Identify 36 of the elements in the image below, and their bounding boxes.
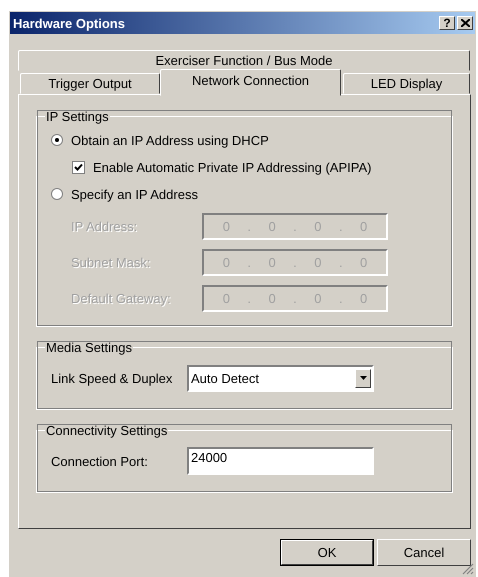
separator-dot: . [338,218,343,234]
tab[interactable]: LED Display [343,73,470,94]
group-title: IP Settings [45,109,110,124]
separator-dot: . [338,290,343,306]
separator-dot: . [247,290,252,306]
separator-dot: . [293,218,297,234]
tab[interactable]: Network Connection [160,69,341,96]
dropdown-value: Auto Detect [191,370,259,386]
group-title: Media Settings [45,340,133,355]
close-icon [460,19,470,27]
group-title: Connectivity Settings [45,423,168,438]
dialog-button[interactable]: OK [280,539,374,566]
field-label: Link Speed & Duplex [51,370,174,386]
window-title: Hardware Options [13,16,125,30]
radio-button[interactable] [51,188,63,200]
tab[interactable]: Trigger Output [20,73,160,94]
dropdown[interactable]: Auto Detect [187,364,374,392]
separator-dot: . [247,254,252,270]
resize-grip-icon[interactable] [462,563,474,575]
close-button[interactable] [457,16,473,30]
separator-dot: . [293,290,297,306]
separator-dot: . [247,218,252,234]
input-field[interactable]: 24000 [187,447,374,475]
separator-dot: . [293,254,297,270]
checkbox-label[interactable]: Enable Automatic Private IP Addressing (APIPA) [93,160,372,174]
dialog-button[interactable]: Cancel [377,539,471,566]
dropdown-arrow-button[interactable] [355,368,371,388]
radio-button[interactable] [51,134,63,146]
help-button[interactable]: ? [439,16,455,30]
option-label[interactable]: Obtain an IP Address using DHCP [71,132,269,148]
field-label: Connection Port: [51,454,149,468]
option-label[interactable]: Specify an IP Address [71,186,198,202]
checkbox[interactable] [72,160,85,174]
caret-icon [360,376,366,380]
separator-dot: . [338,254,343,270]
tab[interactable]: Exerciser Function / Bus Mode [18,50,470,71]
